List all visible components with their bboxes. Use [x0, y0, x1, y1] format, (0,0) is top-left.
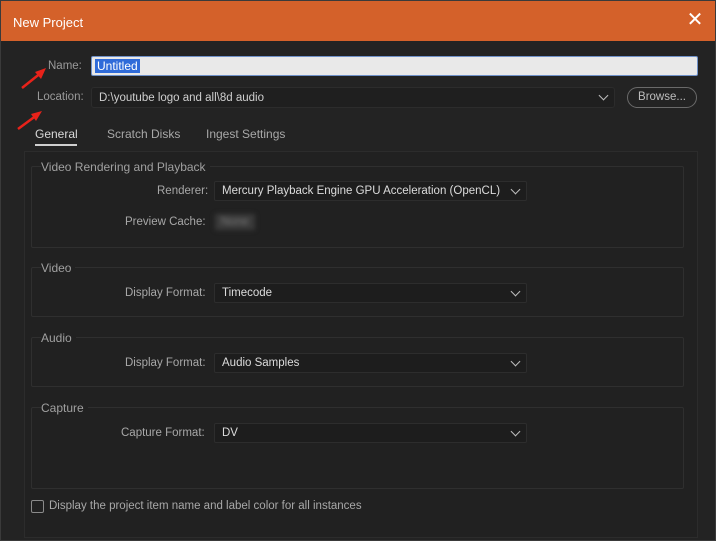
renderer-label: Renderer:	[157, 185, 209, 197]
video-rendering-group	[31, 166, 684, 248]
display-item-name-checkbox[interactable]	[31, 500, 44, 513]
renderer-value: Mercury Playback Engine GPU Acceleration…	[222, 185, 501, 197]
audio-display-format-value: Audio Samples	[222, 357, 300, 369]
red-arrow-icon	[21, 68, 46, 89]
renderer-dropdown[interactable]: Mercury Playback Engine GPU Acceleration…	[214, 181, 527, 201]
name-input[interactable]: Untitled	[91, 56, 698, 76]
capture-group	[31, 407, 684, 489]
new-project-dialog: New Project ✕ Name: Untitled Location: D…	[0, 0, 716, 541]
video-rendering-title: Video Rendering and Playback	[41, 160, 210, 174]
active-tab-indicator	[35, 144, 77, 146]
capture-format-dropdown[interactable]: DV	[214, 423, 527, 443]
window-title: New Project	[13, 15, 84, 30]
tab-general[interactable]: General	[35, 127, 78, 141]
audio-display-format-dropdown[interactable]: Audio Samples	[214, 353, 527, 373]
chevron-down-icon	[510, 356, 521, 367]
audio-title: Audio	[41, 331, 76, 345]
chevron-down-icon	[598, 90, 609, 101]
tab-scratch-disks[interactable]: Scratch Disks	[107, 127, 180, 141]
audio-display-format-label: Display Format:	[125, 357, 206, 369]
chevron-down-icon	[510, 286, 521, 297]
capture-title: Capture	[41, 401, 88, 415]
preview-cache-label: Preview Cache:	[125, 216, 206, 228]
video-title: Video	[41, 261, 76, 275]
browse-button[interactable]: Browse...	[627, 87, 697, 108]
name-label: Name:	[48, 60, 82, 72]
location-value: D:\youtube logo and all\8d audio	[99, 92, 264, 104]
capture-format-label: Capture Format:	[121, 427, 205, 439]
title-bar: New Project ✕	[1, 1, 715, 41]
tab-ingest-settings[interactable]: Ingest Settings	[206, 127, 285, 141]
location-select[interactable]: D:\youtube logo and all\8d audio	[91, 87, 615, 108]
capture-format-value: DV	[222, 427, 238, 439]
name-input-value: Untitled	[95, 59, 140, 73]
video-display-format-label: Display Format:	[125, 287, 206, 299]
chevron-down-icon	[510, 184, 521, 195]
display-item-name-label: Display the project item name and label …	[49, 500, 362, 512]
preview-cache-value: None	[215, 214, 255, 230]
location-label: Location:	[37, 91, 84, 103]
close-icon[interactable]: ✕	[685, 10, 705, 30]
chevron-down-icon	[510, 426, 521, 437]
video-display-format-value: Timecode	[222, 287, 273, 299]
preview-cache-dropdown: None	[215, 214, 345, 232]
video-display-format-dropdown[interactable]: Timecode	[214, 283, 527, 303]
